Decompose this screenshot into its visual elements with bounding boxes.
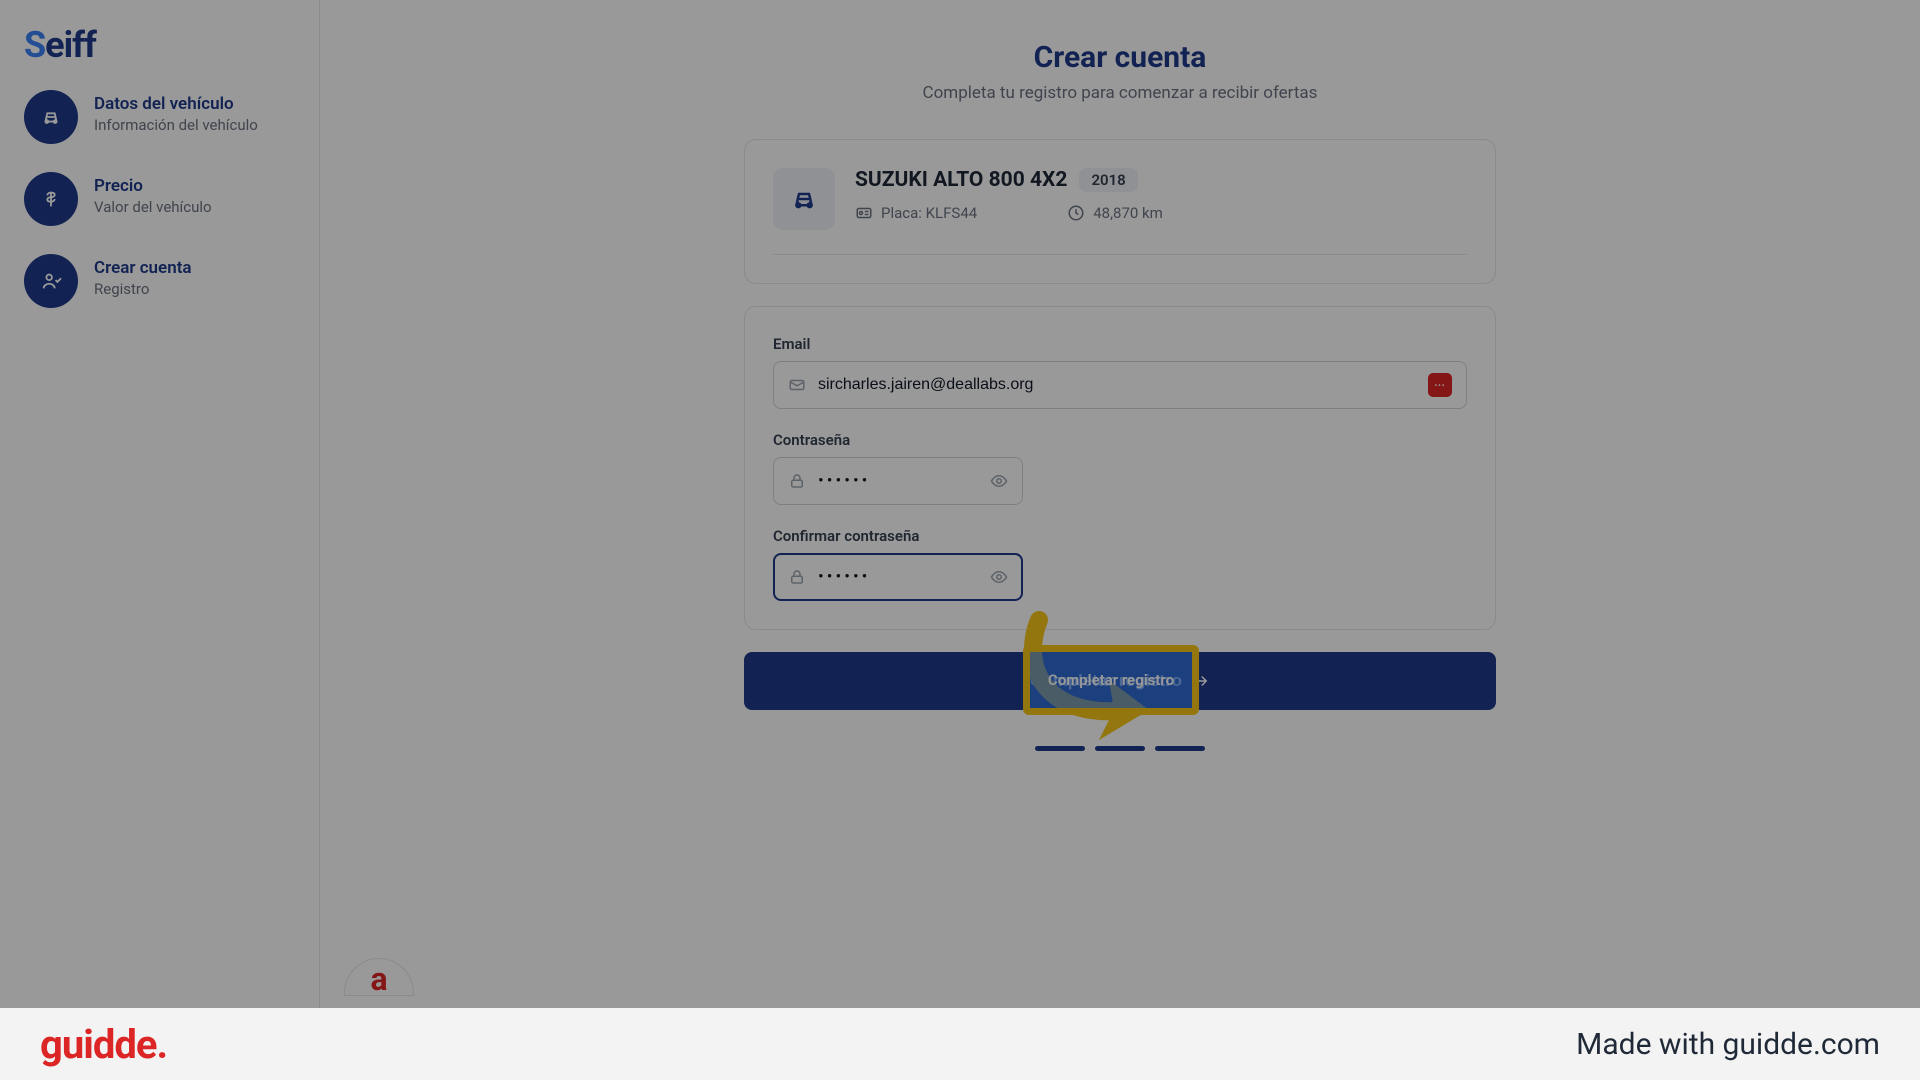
sidebar-item-label: Datos del vehículo xyxy=(94,94,258,114)
guidde-attribution: Made with guidde.com xyxy=(1576,1027,1880,1062)
vehicle-card: SUZUKI ALTO 800 4X2 2018 Placa: KLFS44 4… xyxy=(744,139,1496,284)
email-label: Email xyxy=(773,335,1467,353)
form-card: Email ••• Contraseña •••••• Confirmar co… xyxy=(744,306,1496,630)
sidebar-item-sublabel: Información del vehículo xyxy=(94,116,258,134)
lock-icon xyxy=(788,472,806,490)
eye-icon[interactable] xyxy=(990,472,1008,490)
progress-indicator xyxy=(744,746,1496,751)
sidebar-item-sublabel: Registro xyxy=(94,280,192,298)
page-heading: Crear cuenta Completa tu registro para c… xyxy=(400,40,1840,103)
sidebar-item-label: Crear cuenta xyxy=(94,258,192,278)
email-input[interactable] xyxy=(818,376,1428,394)
vehicle-plate: Placa: KLFS44 xyxy=(855,204,977,222)
confirm-password-label: Confirmar contraseña xyxy=(773,527,1467,545)
confirm-password-input[interactable]: •••••• xyxy=(818,567,990,587)
dollar-icon xyxy=(24,172,78,226)
sidebar-item-vehicle[interactable]: Datos del vehículo Información del vehíc… xyxy=(24,90,295,144)
password-manager-badge[interactable]: ••• xyxy=(1428,373,1452,397)
vehicle-name: SUZUKI ALTO 800 4X2 xyxy=(855,168,1067,192)
page-subtitle: Completa tu registro para comenzar a rec… xyxy=(400,83,1840,103)
sidebar: Seiff Datos del vehículo Información del… xyxy=(0,0,320,1008)
plate-value: KLFS44 xyxy=(926,204,978,222)
sidebar-item-sublabel: Valor del vehículo xyxy=(94,198,212,216)
password-input-wrap[interactable]: •••••• xyxy=(773,457,1023,505)
page-title: Crear cuenta xyxy=(400,40,1840,75)
user-check-icon xyxy=(24,254,78,308)
logo-prefix: S xyxy=(24,24,45,66)
submit-label: Completar registro xyxy=(1030,671,1182,691)
lock-icon xyxy=(788,568,806,586)
clock-icon xyxy=(1067,204,1085,222)
password-label: Contraseña xyxy=(773,431,1467,449)
email-input-wrap[interactable]: ••• xyxy=(773,361,1467,409)
guidde-logo: guidde. xyxy=(40,1021,167,1068)
password-input[interactable]: •••••• xyxy=(818,471,990,491)
logo-text: eiff xyxy=(45,24,96,66)
eye-icon[interactable] xyxy=(990,568,1008,586)
logo: Seiff xyxy=(24,24,295,66)
help-fab[interactable]: a xyxy=(344,958,414,996)
sidebar-item-account[interactable]: Crear cuenta Registro xyxy=(24,254,295,308)
plate-label: Placa: xyxy=(881,204,926,222)
vehicle-km: 48,870 km xyxy=(1067,204,1163,222)
mail-icon xyxy=(788,376,806,394)
car-icon xyxy=(773,168,835,230)
sidebar-item-price[interactable]: Precio Valor del vehículo xyxy=(24,172,295,226)
vehicle-year-badge: 2018 xyxy=(1079,168,1137,192)
submit-button[interactable]: Completar registro xyxy=(744,652,1496,710)
car-icon xyxy=(24,90,78,144)
sidebar-item-label: Precio xyxy=(94,176,212,196)
km-value: 48,870 km xyxy=(1093,204,1163,222)
id-card-icon xyxy=(855,204,873,222)
guidde-footer: guidde. Made with guidde.com xyxy=(0,1008,1920,1080)
confirm-password-input-wrap[interactable]: •••••• xyxy=(773,553,1023,601)
main-content: Crear cuenta Completa tu registro para c… xyxy=(320,0,1920,1008)
arrow-right-icon xyxy=(1192,672,1210,690)
